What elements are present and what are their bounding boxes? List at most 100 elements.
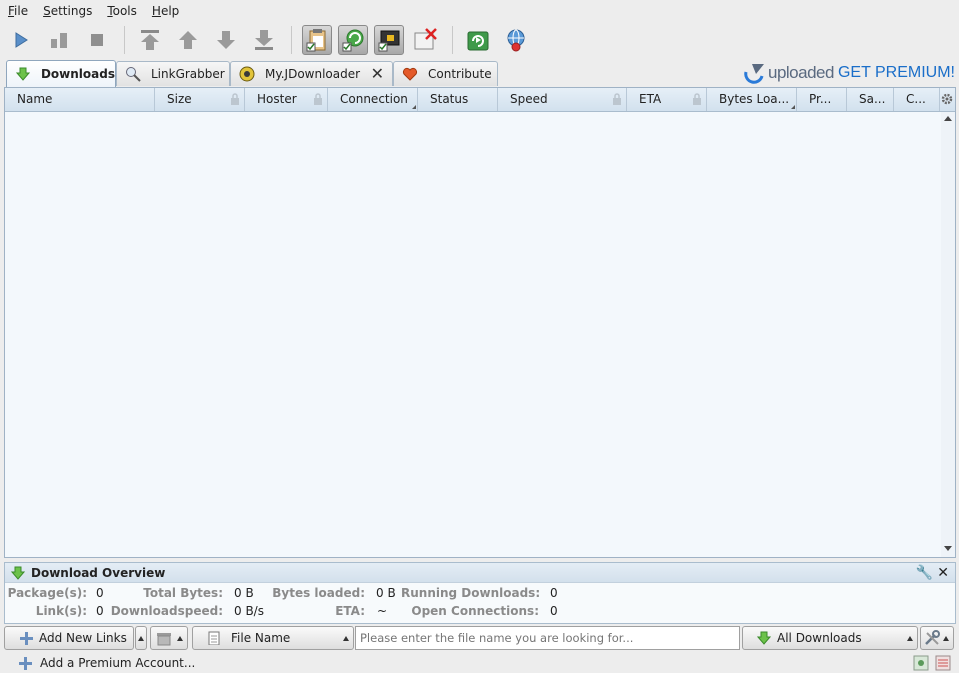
magnifier-icon (125, 66, 141, 82)
bytes-loaded-label: Bytes loaded: (272, 586, 365, 600)
menu-file[interactable]: File (0, 0, 35, 22)
toolbar (0, 22, 959, 58)
search-input[interactable] (355, 626, 740, 650)
reconnect-button[interactable] (463, 25, 493, 55)
view-selector-label: All Downloads (777, 631, 862, 645)
packages-value: 0 (96, 586, 104, 600)
bottom-bar: Add New Links File Name All Downloads (0, 625, 959, 652)
menu-settings[interactable]: Settings (35, 0, 99, 22)
gear-icon[interactable] (941, 93, 953, 105)
tab-linkgrabber[interactable]: LinkGrabber (116, 61, 230, 86)
clipboard-observer-toggle[interactable] (302, 25, 332, 55)
column-save-to[interactable]: Sa... (847, 88, 894, 111)
tab-contribute-label: Contribute (428, 67, 492, 81)
total-bytes-label: Total Bytes: (143, 586, 223, 600)
premium-banner[interactable]: uploaded GET PREMIUM! (742, 62, 955, 84)
add-links-menu-button[interactable] (135, 626, 147, 650)
update-icon (507, 29, 525, 52)
search-field-selector[interactable]: File Name (192, 626, 354, 650)
column-eta[interactable]: ETA (627, 88, 707, 111)
scroll-down-icon[interactable] (944, 546, 952, 551)
column-comment[interactable]: C... (894, 88, 940, 111)
uploaded-logo-icon (744, 64, 764, 84)
lock-icon[interactable] (313, 93, 323, 105)
wrench-icon[interactable]: 🔧 (916, 566, 933, 580)
tab-myjdownloader[interactable]: My.JDownloader ✕ (230, 61, 393, 86)
overview-header: Download Overview 🔧 ✕ (5, 563, 955, 583)
column-speed[interactable]: Speed (498, 88, 627, 111)
premium-toggle-icon (378, 30, 400, 52)
premium-toggle[interactable] (374, 25, 404, 55)
stop-downloads-button[interactable] (82, 25, 112, 55)
column-bytes-loaded[interactable]: Bytes Loa... (707, 88, 797, 111)
scroll-up-icon[interactable] (944, 116, 952, 121)
toolbar-separator (452, 26, 453, 54)
tray-icon[interactable] (913, 655, 929, 671)
column-priority[interactable]: Pr... (797, 88, 847, 111)
menu-bar: File Settings Tools Help (0, 0, 959, 22)
pause-downloads-button[interactable] (44, 25, 74, 55)
add-new-links-label: Add New Links (39, 631, 127, 645)
table-header: Name Size Hoster Connection Status Speed… (5, 88, 955, 112)
packages-label: Package(s): (7, 586, 87, 600)
stop-icon (91, 34, 103, 46)
downloadspeed-value: 0 B/s (234, 604, 264, 618)
heart-icon (402, 66, 418, 82)
move-top-button[interactable] (135, 25, 165, 55)
download-overview-panel: Download Overview 🔧 ✕ Package(s): 0 Tota… (4, 562, 956, 624)
quick-settings-button[interactable] (920, 626, 954, 650)
menu-help[interactable]: Help (144, 0, 186, 22)
downloadspeed-label: Downloadspeed: (110, 604, 223, 618)
bytes-loaded-value: 0 B (376, 586, 396, 600)
chevron-up-icon (943, 635, 949, 641)
move-bottom-button[interactable] (249, 25, 279, 55)
download-arrow-icon (11, 566, 25, 580)
move-down-button[interactable] (211, 25, 241, 55)
move-top-icon (141, 30, 159, 50)
close-icon[interactable]: ✕ (937, 566, 949, 580)
speed-limit-toggle[interactable] (410, 25, 440, 55)
start-downloads-button[interactable] (6, 25, 36, 55)
lock-icon[interactable] (692, 93, 702, 105)
vertical-scrollbar[interactable] (941, 112, 955, 557)
tab-downloads[interactable]: Downloads (6, 60, 116, 87)
move-down-icon (217, 31, 235, 49)
reconnect-icon (467, 31, 489, 51)
tools-icon (925, 630, 940, 645)
add-premium-account-link[interactable]: Add a Premium Account... (40, 656, 195, 670)
myjd-logo-icon (239, 66, 255, 82)
tab-contribute[interactable]: Contribute (393, 61, 498, 86)
eta-label: ETA: (335, 604, 365, 618)
open-connections-label: Open Connections: (411, 604, 539, 618)
column-hoster[interactable]: Hoster (245, 88, 328, 111)
menu-tools[interactable]: Tools (99, 0, 144, 22)
downloads-table[interactable]: Name Size Hoster Connection Status Speed… (4, 87, 956, 558)
pause-icon (51, 33, 67, 48)
column-name[interactable]: Name (5, 88, 155, 111)
chevron-up-icon (138, 635, 144, 641)
banner-cta: GET PREMIUM! (837, 64, 955, 81)
search-field-label: File Name (231, 631, 291, 645)
chevron-up-icon (907, 636, 913, 641)
move-up-button[interactable] (173, 25, 203, 55)
tray-icon[interactable] (935, 655, 951, 671)
close-icon[interactable]: ✕ (371, 66, 384, 82)
auto-reconnect-toggle[interactable] (338, 25, 368, 55)
add-new-links-button[interactable]: Add New Links (4, 626, 134, 650)
lock-icon[interactable] (230, 93, 240, 105)
running-downloads-label: Running Downloads: (401, 586, 541, 600)
column-connection[interactable]: Connection (328, 88, 418, 111)
clipboard-observer-icon (306, 29, 326, 52)
column-status[interactable]: Status (418, 88, 498, 111)
update-button[interactable] (501, 25, 531, 55)
overview-title: Download Overview (31, 565, 166, 580)
running-downloads-value: 0 (550, 586, 558, 600)
toolbar-separator (124, 26, 125, 54)
banner-brand: uploaded (767, 63, 834, 82)
clear-list-button[interactable] (150, 626, 188, 650)
view-selector[interactable]: All Downloads (742, 626, 918, 650)
column-size[interactable]: Size (155, 88, 245, 111)
document-icon (208, 631, 220, 645)
lock-icon[interactable] (612, 93, 622, 105)
plus-icon (20, 632, 33, 645)
